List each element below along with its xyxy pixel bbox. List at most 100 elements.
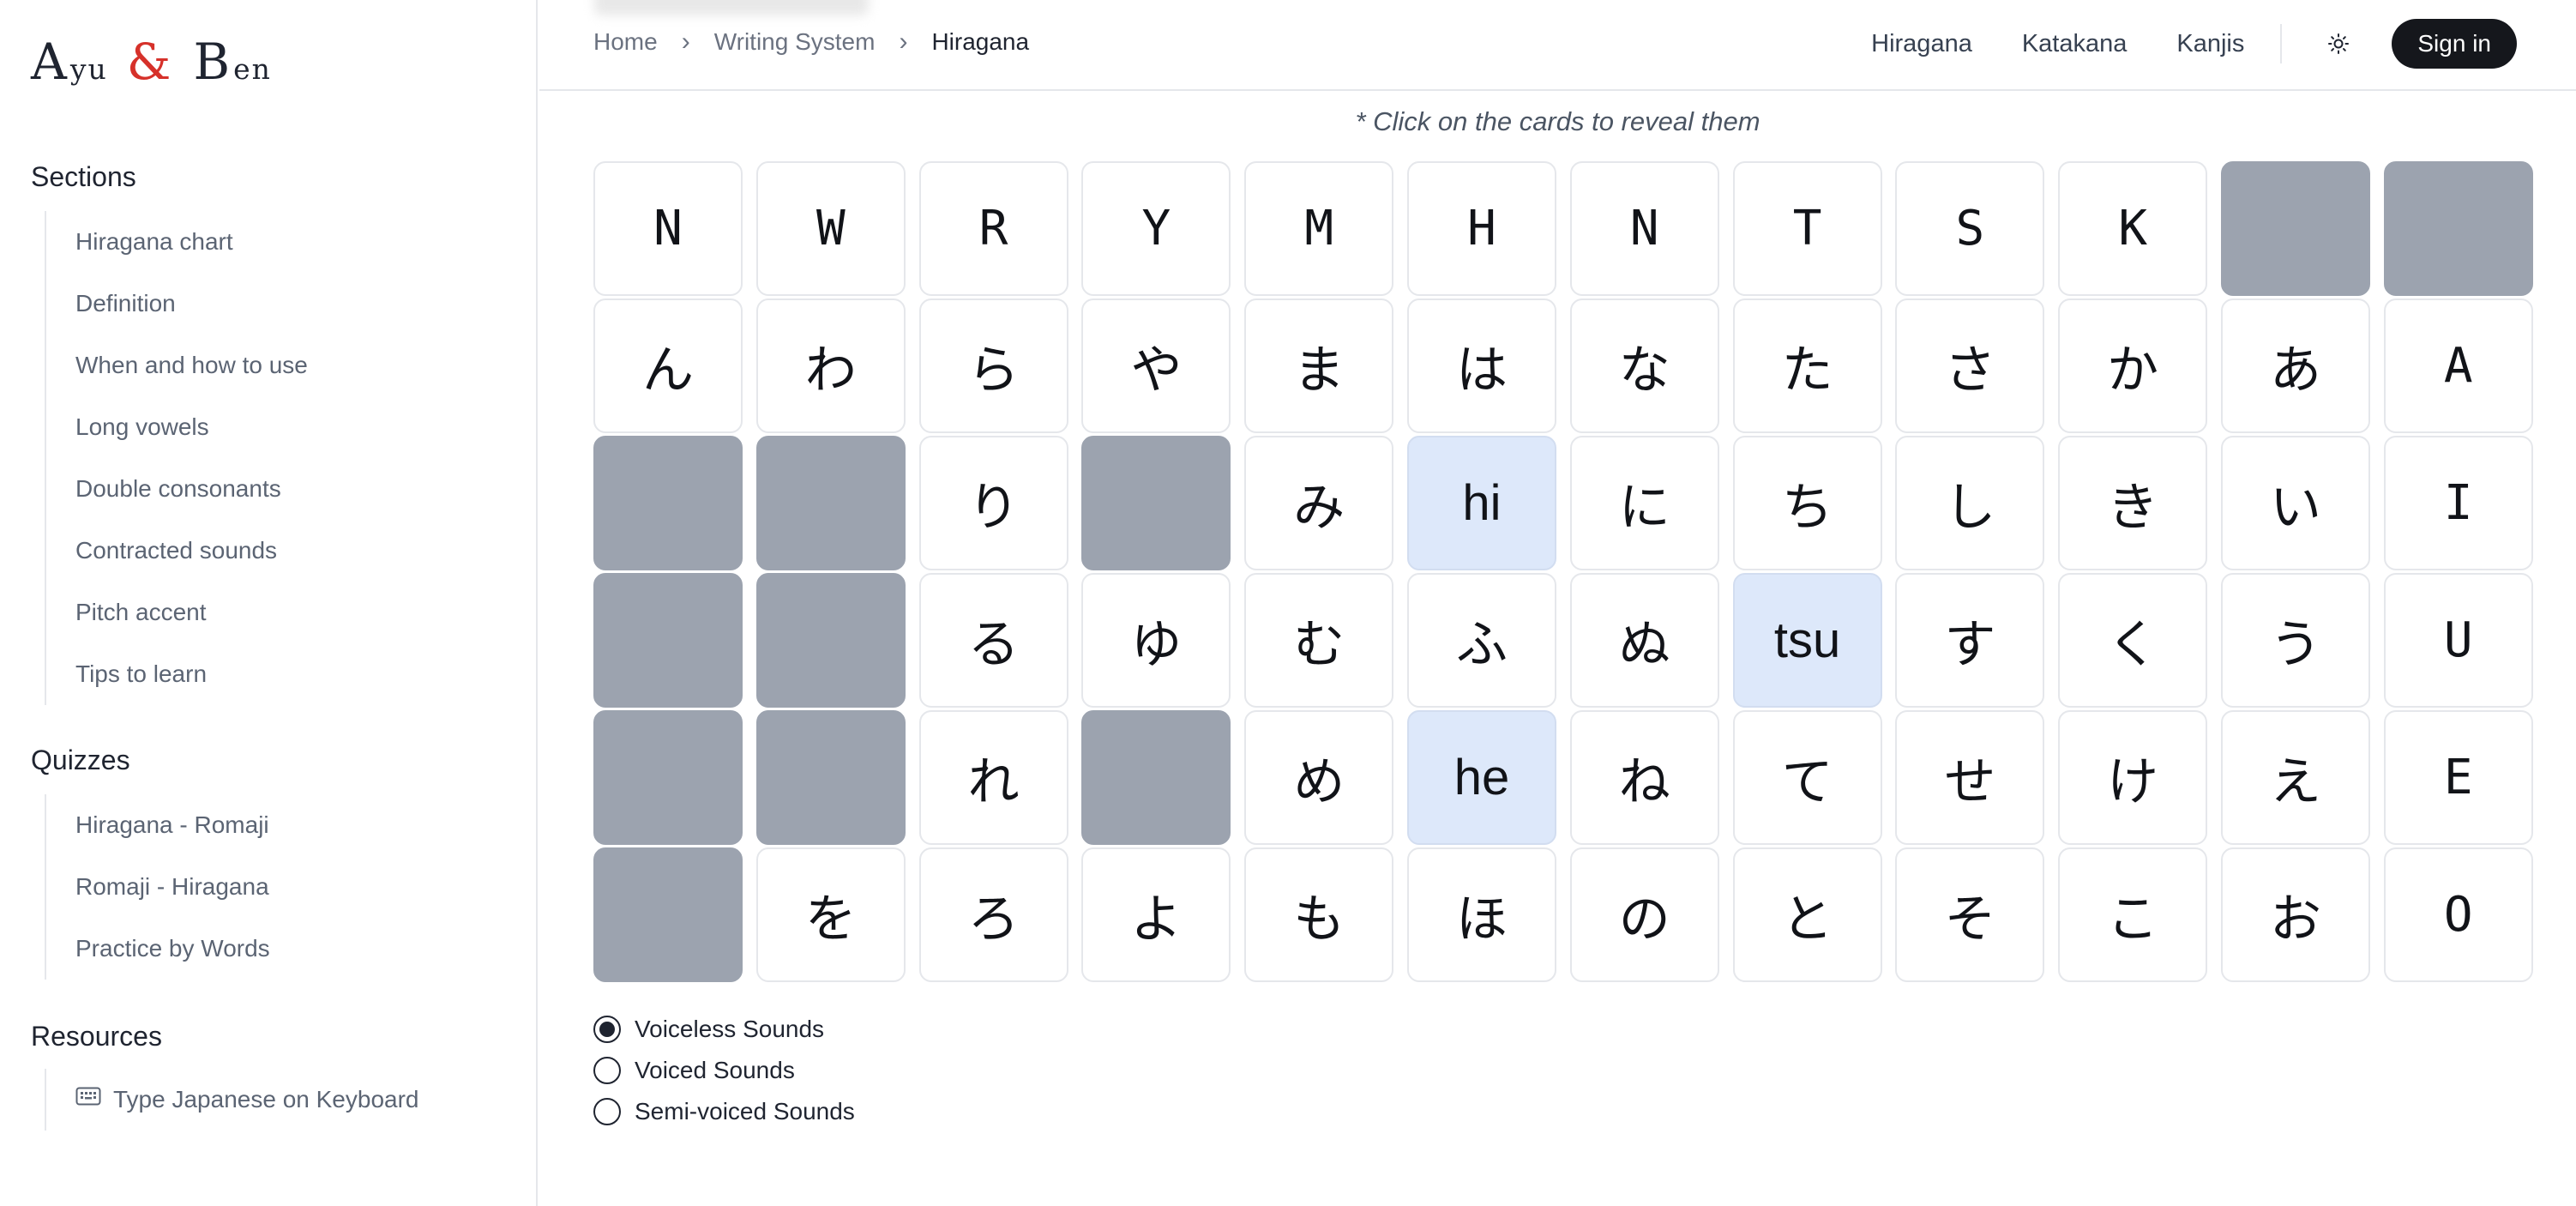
- kana-card[interactable]: く: [2058, 573, 2208, 708]
- kana-card[interactable]: や: [1081, 298, 1231, 433]
- radio-voiced-sounds[interactable]: Voiced Sounds: [593, 1050, 855, 1091]
- sidebar-item-hiragana-romaji[interactable]: Hiragana - Romaji: [46, 794, 270, 856]
- sidebar-item-practice-by-words[interactable]: Practice by Words: [46, 918, 270, 980]
- kana-card[interactable]: ほ: [1406, 847, 1556, 982]
- radio-label: Semi-voiced Sounds: [635, 1098, 855, 1125]
- chevron-right-icon: ›: [899, 27, 908, 56]
- sidebar-item-contracted-sounds[interactable]: Contracted sounds: [46, 520, 308, 582]
- quizzes-nav: Hiragana - Romaji Romaji - Hiragana Prac…: [45, 794, 270, 980]
- sections-nav: Hiragana chart Definition When and how t…: [45, 211, 308, 705]
- sound-type-options: Voiceless Sounds Voiced Sounds Semi-voic…: [593, 1009, 855, 1132]
- kana-card[interactable]: も: [1244, 847, 1394, 982]
- empty-card: [1081, 710, 1231, 845]
- kana-card[interactable]: せ: [1895, 710, 2045, 845]
- kana-card[interactable]: と: [1732, 847, 1882, 982]
- kana-card[interactable]: る: [918, 573, 1068, 708]
- kana-card[interactable]: さ: [1895, 298, 2045, 433]
- sidebar-item-tips-to-learn[interactable]: Tips to learn: [46, 643, 308, 705]
- chevron-right-icon: ›: [681, 27, 690, 56]
- sidebar-item-when-and-how[interactable]: When and how to use: [46, 335, 308, 396]
- radio-button[interactable]: [593, 1098, 621, 1125]
- kana-card[interactable]: え: [2220, 710, 2370, 845]
- kana-card[interactable]: ま: [1244, 298, 1394, 433]
- kana-card[interactable]: か: [2058, 298, 2208, 433]
- sidebar-item-type-japanese[interactable]: Type Japanese on Keyboard: [46, 1069, 418, 1131]
- breadcrumb-home[interactable]: Home: [593, 28, 658, 56]
- logo-en: en: [233, 52, 272, 86]
- kana-card[interactable]: を: [755, 847, 906, 982]
- logo-yu: yu: [69, 52, 108, 86]
- kana-card[interactable]: む: [1244, 573, 1394, 708]
- empty-card: [755, 436, 906, 570]
- nav-hiragana[interactable]: Hiragana: [1871, 30, 1972, 58]
- kana-card[interactable]: け: [2058, 710, 2208, 845]
- kana-card[interactable]: れ: [918, 710, 1068, 845]
- page-title-ghost: [594, 0, 869, 15]
- radio-semi-voiced-sounds[interactable]: Semi-voiced Sounds: [593, 1091, 855, 1132]
- kana-card[interactable]: は: [1406, 298, 1556, 433]
- empty-card: [755, 710, 906, 845]
- column-header-card: E: [2383, 710, 2533, 845]
- column-header-card: N: [593, 161, 743, 296]
- kana-card[interactable]: ゆ: [1081, 573, 1231, 708]
- kana-card[interactable]: に: [1569, 436, 1719, 570]
- column-header-card: O: [2383, 847, 2533, 982]
- kana-card[interactable]: め: [1244, 710, 1394, 845]
- kana-card[interactable]: わ: [755, 298, 906, 433]
- sidebar-item-hiragana-chart[interactable]: Hiragana chart: [46, 211, 308, 273]
- kana-card[interactable]: み: [1244, 436, 1394, 570]
- kana-card[interactable]: し: [1895, 436, 2045, 570]
- nav-kanjis[interactable]: Kanjis: [2176, 30, 2244, 58]
- empty-card: [593, 573, 743, 708]
- kana-card[interactable]: の: [1569, 847, 1719, 982]
- radio-voiceless-sounds[interactable]: Voiceless Sounds: [593, 1009, 855, 1050]
- keyboard-icon: [75, 1068, 101, 1130]
- kana-card[interactable]: ね: [1569, 710, 1719, 845]
- quizzes-heading: Quizzes: [31, 745, 130, 775]
- revealed-card[interactable]: he: [1406, 710, 1556, 845]
- reveal-hint: * Click on the cards to reveal them: [1355, 106, 1760, 136]
- breadcrumb-writing-system[interactable]: Writing System: [714, 28, 876, 56]
- kana-card[interactable]: ん: [593, 298, 743, 433]
- kana-card[interactable]: こ: [2058, 847, 2208, 982]
- column-header-card: I: [2383, 436, 2533, 570]
- kana-card[interactable]: た: [1732, 298, 1882, 433]
- logo-letter-b: B: [193, 33, 231, 91]
- nav-katakana[interactable]: Katakana: [2022, 30, 2128, 58]
- column-header-card: W: [755, 161, 906, 296]
- revealed-card[interactable]: tsu: [1732, 573, 1882, 708]
- theme-toggle-button[interactable]: [2321, 27, 2356, 61]
- empty-card: [755, 573, 906, 708]
- hiragana-chart-grid: N W R Y M H N T S K んわらやまはなたさかあ A りみ hi にちしきい I るゆむふぬ tsu…: [593, 161, 2533, 982]
- logo-letter-a: A: [31, 33, 67, 91]
- sidebar-item-double-consonants[interactable]: Double consonants: [46, 458, 308, 520]
- radio-label: Voiceless Sounds: [635, 1016, 825, 1042]
- sidebar-item-long-vowels[interactable]: Long vowels: [46, 396, 308, 458]
- site-logo[interactable]: Ayu & Ben: [31, 33, 272, 91]
- kana-card[interactable]: ら: [918, 298, 1068, 433]
- revealed-card[interactable]: hi: [1406, 436, 1556, 570]
- sidebar-item-pitch-accent[interactable]: Pitch accent: [46, 582, 308, 643]
- kana-card[interactable]: ち: [1732, 436, 1882, 570]
- sidebar-item-romaji-hiragana[interactable]: Romaji - Hiragana: [46, 856, 270, 918]
- radio-button[interactable]: [593, 1057, 621, 1084]
- kana-card[interactable]: な: [1569, 298, 1719, 433]
- radio-button[interactable]: [593, 1016, 621, 1043]
- kana-card[interactable]: り: [918, 436, 1068, 570]
- kana-card[interactable]: す: [1895, 573, 2045, 708]
- sidebar-item-definition[interactable]: Definition: [46, 273, 308, 335]
- kana-card[interactable]: う: [2220, 573, 2370, 708]
- kana-card[interactable]: お: [2220, 847, 2370, 982]
- column-header-card: N: [1569, 161, 1719, 296]
- sign-in-button[interactable]: Sign in: [2392, 19, 2517, 69]
- kana-card[interactable]: ふ: [1406, 573, 1556, 708]
- breadcrumb-hiragana: Hiragana: [931, 28, 1030, 55]
- kana-card[interactable]: あ: [2220, 298, 2370, 433]
- kana-card[interactable]: て: [1732, 710, 1882, 845]
- kana-card[interactable]: き: [2058, 436, 2208, 570]
- kana-card[interactable]: そ: [1895, 847, 2045, 982]
- kana-card[interactable]: よ: [1081, 847, 1231, 982]
- kana-card[interactable]: い: [2220, 436, 2370, 570]
- kana-card[interactable]: ぬ: [1569, 573, 1719, 708]
- kana-card[interactable]: ろ: [918, 847, 1068, 982]
